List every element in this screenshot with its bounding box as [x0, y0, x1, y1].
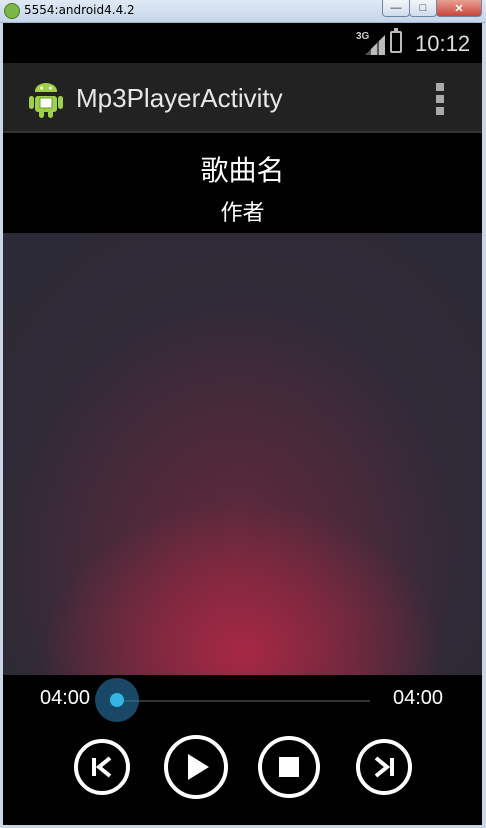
- total-time: 04:00: [393, 687, 444, 709]
- player-controls: 04:00 04:00: [3, 675, 482, 825]
- emulator-title-bar: 5554:android4.4.2 — □ ✕: [0, 0, 486, 23]
- app-title: Mp3PlayerActivity: [76, 83, 283, 113]
- album-art-visualizer: · · · · · ·: [3, 233, 482, 675]
- action-bar: Mp3PlayerActivity: [3, 63, 482, 133]
- skip-previous-icon: [92, 756, 112, 778]
- seek-bar-track[interactable]: [114, 700, 370, 702]
- song-artist: 作者: [220, 201, 265, 226]
- maximize-icon[interactable]: □: [409, 0, 437, 17]
- play-icon: [188, 754, 209, 780]
- emulator-app-icon: [4, 3, 20, 19]
- song-name: 歌曲名: [200, 154, 285, 187]
- clock: 10:12: [415, 31, 471, 56]
- play-button[interactable]: [164, 735, 228, 799]
- signal-icon: [365, 35, 385, 55]
- close-icon[interactable]: ✕: [436, 0, 482, 17]
- seek-bar-thumb[interactable]: [95, 678, 139, 722]
- status-bar: 3G 10:12: [3, 23, 482, 63]
- previous-button[interactable]: [74, 739, 130, 795]
- next-button[interactable]: [356, 739, 412, 795]
- stop-button[interactable]: [258, 736, 320, 798]
- current-time: 04:00: [40, 687, 91, 709]
- lyrics-line: · · · · · ·: [3, 469, 48, 484]
- song-header: 歌曲名 作者: [3, 133, 482, 233]
- window-title: 5554:android4.4.2: [24, 3, 135, 17]
- battery-icon: [390, 28, 402, 53]
- skip-next-icon: [374, 756, 394, 778]
- stop-icon: [279, 757, 299, 777]
- android-screen: 3G 10:12 Mp3PlayerActivity 歌曲名 作者 · · · …: [3, 23, 482, 825]
- minimize-icon[interactable]: —: [382, 0, 410, 17]
- android-robot-icon[interactable]: [27, 79, 65, 119]
- overflow-menu-icon[interactable]: [435, 83, 445, 115]
